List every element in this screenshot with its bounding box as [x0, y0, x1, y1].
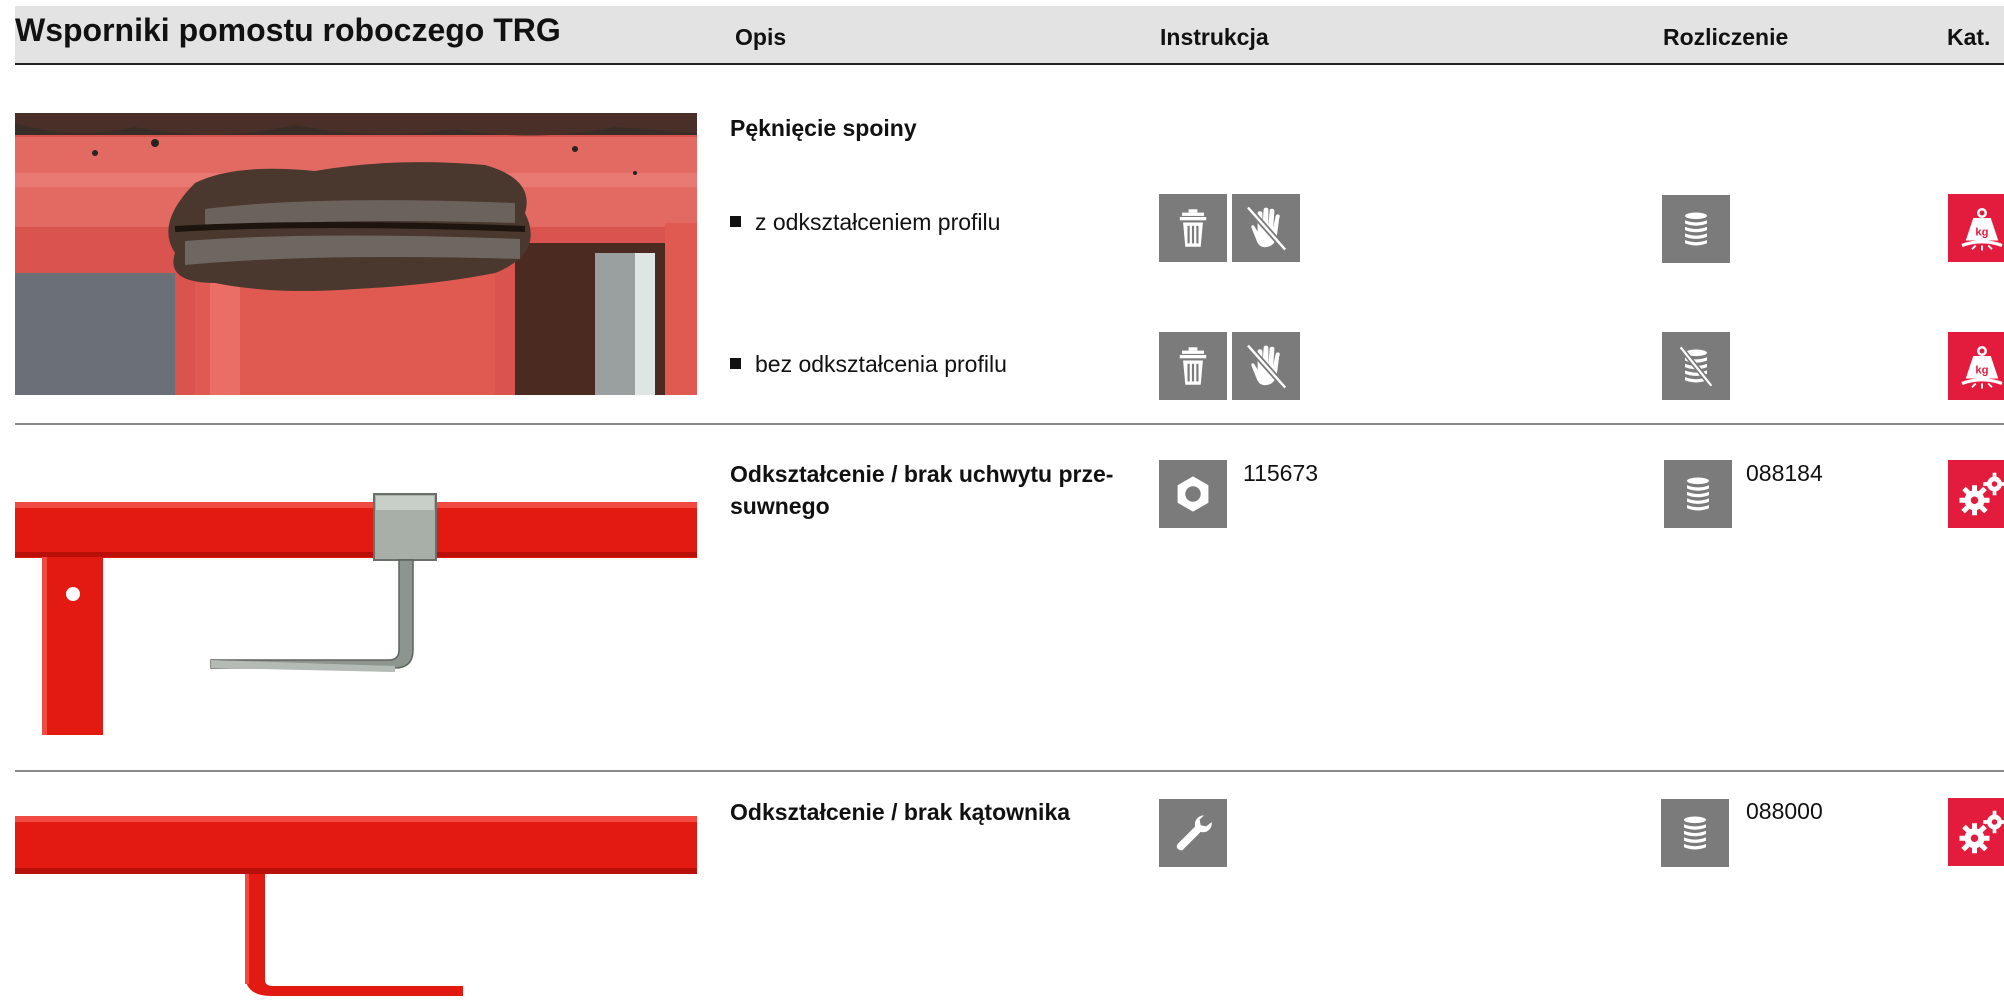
row-title-weld-crack: Pęknięcie spoiny [730, 115, 917, 141]
gears-icon [1948, 460, 2004, 528]
subitem-label: z odkształceniem profilu [755, 209, 1001, 235]
weight-kg-icon [1948, 194, 2004, 262]
stack-crossed-icon [1662, 332, 1730, 400]
weight-kg-icon [1948, 332, 2004, 400]
settlement-code: 088184 [1746, 460, 1823, 486]
no-hand-repair-icon [1232, 332, 1300, 400]
subitem-label: bez odkształcenia profilu [755, 351, 1007, 377]
list-item: bez odkształcenia profilu [730, 348, 1007, 380]
column-header-settlement: Rozliczenie [1663, 24, 1789, 50]
settlement-code: 088000 [1746, 798, 1823, 824]
row-title-sliding-clamp: Odkształcenie / brak uchwytu prze- suwne… [730, 458, 1113, 522]
angle-bracket-diagram [15, 810, 697, 998]
trash-icon [1159, 332, 1227, 400]
sliding-clamp-diagram [15, 490, 697, 740]
row-title-line: Odkształcenie / brak uchwytu prze- [730, 461, 1114, 487]
stack-icon [1662, 195, 1730, 263]
trash-icon [1159, 194, 1227, 262]
hex-nut-icon [1159, 460, 1227, 528]
column-header-category: Kat. [1947, 24, 1991, 50]
page-title: Wsporniki pomostu roboczego TRG [15, 12, 561, 48]
list-item: z odkształceniem profilu [730, 206, 1000, 238]
row-title-angle-bracket: Odkształcenie / brak kątownika [730, 799, 1071, 825]
table-header: Wsporniki pomostu roboczego TRG Opis Ins… [15, 6, 2004, 65]
no-hand-repair-icon [1232, 194, 1300, 262]
weld-crack-photo [15, 113, 697, 395]
stack-icon [1664, 460, 1732, 528]
row-divider [15, 423, 2004, 425]
column-header-instruction: Instrukcja [1160, 24, 1269, 50]
instruction-code: 115673 [1243, 460, 1319, 486]
bullet-icon [730, 358, 741, 370]
row-title-line: suwnego [730, 493, 830, 519]
row-divider [15, 770, 2004, 772]
stack-icon [1661, 799, 1729, 867]
gears-icon [1948, 798, 2004, 866]
bullet-icon [730, 216, 741, 228]
column-header-description: Opis [735, 24, 787, 50]
wrench-icon [1159, 799, 1227, 867]
